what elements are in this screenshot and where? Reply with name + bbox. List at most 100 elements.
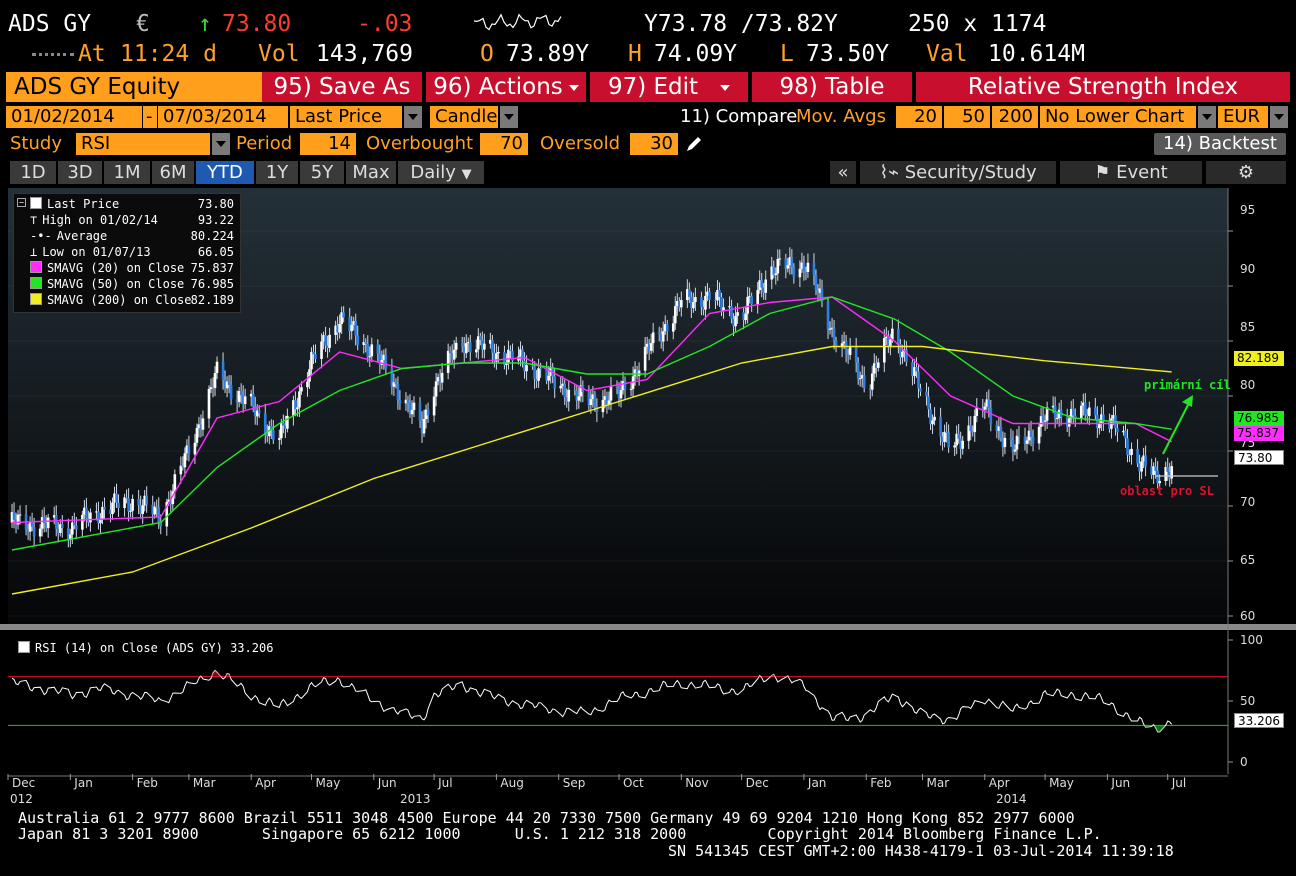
x-tick-label: Oct	[623, 776, 644, 790]
candle-body	[957, 433, 960, 439]
style-dropdown-icon[interactable]	[500, 106, 518, 128]
end-date-input[interactable]: 07/03/2014	[158, 106, 288, 128]
event-button[interactable]: ⚑ Event	[1060, 161, 1202, 184]
study-select[interactable]: RSI	[76, 133, 210, 155]
candle-body	[468, 342, 472, 353]
overbought-input[interactable]: 70	[480, 133, 528, 155]
chevron-down-icon	[568, 84, 579, 91]
candle-body	[99, 519, 102, 524]
candle-body	[826, 301, 830, 330]
candle-body	[195, 427, 199, 443]
tab-1d[interactable]: 1D	[10, 161, 56, 184]
candle-body	[623, 381, 627, 390]
candle-body	[460, 342, 464, 347]
oversold-input[interactable]: 30	[630, 133, 678, 155]
candle-body	[320, 341, 323, 359]
candle-body	[364, 342, 368, 344]
candle-body	[32, 526, 36, 537]
legend-sma200: SMAVG (200) on Close 82.189	[30, 292, 234, 308]
candle-body	[123, 497, 126, 509]
collapse-button[interactable]: «	[830, 161, 856, 184]
tab-max[interactable]: Max	[346, 161, 396, 184]
candle-body	[1144, 455, 1147, 467]
security-title[interactable]: ADS GY Equity	[6, 72, 264, 102]
tab-6m[interactable]: 6M	[152, 161, 194, 184]
lower-chart-dropdown-icon[interactable]	[1198, 106, 1216, 128]
candle-body	[278, 438, 281, 440]
tab-ytd[interactable]: YTD	[196, 161, 254, 184]
tab-1y[interactable]: 1Y	[256, 161, 298, 184]
candle-body	[525, 365, 528, 372]
x-tick-label: Jun	[377, 776, 397, 790]
bid-ask: Y73.78 /73.82Y	[644, 11, 838, 37]
candle-body	[547, 375, 550, 381]
candle-body	[89, 512, 92, 523]
x-tick-label: Jul	[1171, 776, 1187, 790]
candle-body	[18, 514, 22, 516]
tab-5y[interactable]: 5Y	[300, 161, 344, 184]
oversold-label: Oversold	[540, 133, 621, 154]
time-label: At	[78, 41, 106, 67]
ma1-input[interactable]: 20	[896, 106, 942, 128]
security-study-button[interactable]: ⌇⌁ Security/Study	[860, 161, 1056, 184]
candle-body	[129, 510, 132, 512]
high-marker-icon: ⊤	[30, 213, 38, 227]
currency-dropdown-icon[interactable]	[1270, 106, 1288, 128]
pencil-icon[interactable]	[684, 134, 704, 154]
price-dropdown-icon[interactable]	[404, 106, 422, 128]
candle-body	[215, 361, 219, 373]
compare-button[interactable]: 11) Compare	[680, 106, 797, 128]
legend-sma20: SMAVG (20) on Close 75.837	[30, 260, 234, 276]
edit-menu[interactable]: 97) Edit	[590, 72, 748, 102]
candle-body	[559, 385, 563, 389]
tab-3d[interactable]: 3D	[58, 161, 102, 184]
study-label: Study	[10, 133, 62, 154]
lower-chart-select[interactable]: No Lower Chart	[1040, 106, 1196, 128]
start-date-input[interactable]: 01/02/2014	[6, 106, 142, 128]
chevron-down-icon	[720, 84, 731, 91]
tab-1m[interactable]: 1M	[104, 161, 150, 184]
period-input[interactable]: 14	[300, 133, 356, 155]
study-dropdown-icon[interactable]	[212, 133, 230, 155]
candle-body	[370, 344, 374, 357]
backtest-button[interactable]: 14) Backtest	[1154, 133, 1286, 155]
chart-legend[interactable]: − Last Price 73.80 ⊤ High on 01/02/14 93.22…	[13, 193, 241, 313]
frequency-select[interactable]: Daily ▼	[398, 161, 484, 184]
candle-body	[973, 415, 977, 433]
candle-body	[730, 306, 733, 319]
ma2-input[interactable]: 50	[944, 106, 990, 128]
candle-body	[876, 362, 880, 368]
candle-body	[410, 409, 414, 415]
price-select[interactable]: Last Price	[290, 106, 402, 128]
collapse-legend-icon[interactable]: −	[17, 198, 26, 207]
candle-body	[722, 307, 725, 311]
legend-high: ⊤ High on 01/02/14 93.22	[30, 213, 234, 227]
candle-body	[412, 402, 416, 410]
candle-body	[272, 429, 275, 440]
currency-select[interactable]: EUR	[1218, 106, 1268, 128]
settings-gear-icon[interactable]: ⚙	[1206, 161, 1286, 184]
candle-body	[589, 399, 593, 405]
candle-body	[553, 376, 556, 389]
candle-body	[1126, 438, 1129, 455]
style-select[interactable]: Candle	[430, 106, 498, 128]
ma3-input[interactable]: 200	[992, 106, 1038, 128]
candle-body	[60, 524, 64, 529]
candle-body	[1037, 426, 1041, 444]
open-value: 73.89Y	[506, 41, 590, 67]
actions-menu[interactable]: 96) Actions	[426, 72, 586, 102]
candle-body	[832, 327, 836, 341]
candle-body	[1140, 461, 1143, 472]
candle-body	[141, 505, 144, 514]
candle-body	[483, 343, 486, 350]
table-button[interactable]: 98) Table	[752, 72, 912, 102]
candle-body	[1017, 435, 1021, 437]
candle-body	[54, 515, 58, 529]
save-as-button[interactable]: 95) Save As	[262, 72, 422, 102]
y-tick-90: 90	[1240, 262, 1256, 276]
candle-body	[1094, 407, 1097, 416]
candle-body	[354, 321, 358, 336]
triangle-down-icon: ▼	[461, 167, 472, 182]
candle-body	[475, 349, 478, 353]
candle-body	[746, 296, 749, 314]
